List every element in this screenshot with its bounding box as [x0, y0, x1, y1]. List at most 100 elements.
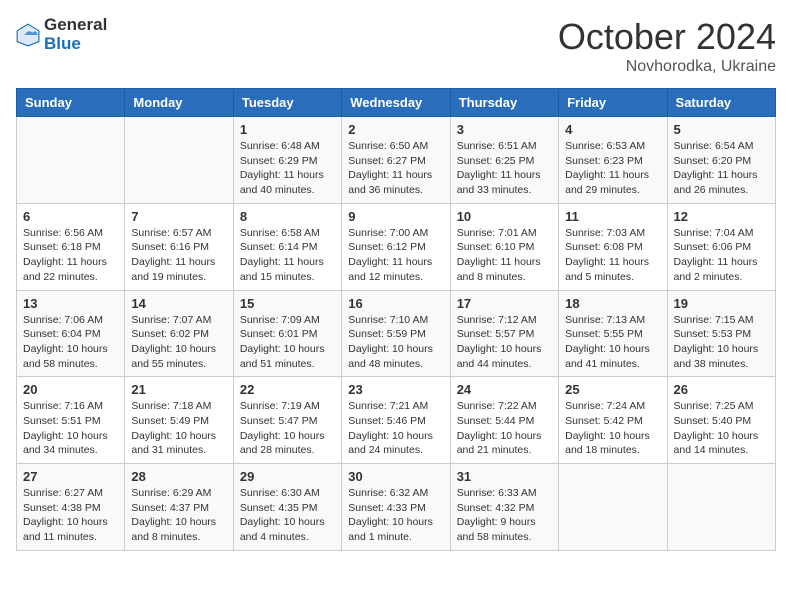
day-cell: 22 Sunrise: 7:19 AMSunset: 5:47 PMDayligh…: [233, 377, 341, 464]
day-number: 19: [674, 296, 769, 311]
week-row-4: 20 Sunrise: 7:16 AMSunset: 5:51 PMDayligh…: [17, 377, 776, 464]
column-header-saturday: Saturday: [667, 89, 775, 117]
day-number: 20: [23, 382, 118, 397]
day-info: Sunrise: 7:16 AMSunset: 5:51 PMDaylight:…: [23, 399, 118, 458]
day-info: Sunrise: 6:54 AMSunset: 6:20 PMDaylight:…: [674, 139, 769, 198]
day-info: Sunrise: 7:07 AMSunset: 6:02 PMDaylight:…: [131, 313, 226, 372]
day-number: 16: [348, 296, 443, 311]
column-header-wednesday: Wednesday: [342, 89, 450, 117]
day-number: 15: [240, 296, 335, 311]
day-info: Sunrise: 7:00 AMSunset: 6:12 PMDaylight:…: [348, 226, 443, 285]
day-cell: 24 Sunrise: 7:22 AMSunset: 5:44 PMDayligh…: [450, 377, 558, 464]
day-cell: 14 Sunrise: 7:07 AMSunset: 6:02 PMDayligh…: [125, 290, 233, 377]
day-info: Sunrise: 6:32 AMSunset: 4:33 PMDaylight:…: [348, 486, 443, 545]
day-number: 23: [348, 382, 443, 397]
day-number: 8: [240, 209, 335, 224]
day-info: Sunrise: 6:57 AMSunset: 6:16 PMDaylight:…: [131, 226, 226, 285]
day-info: Sunrise: 7:09 AMSunset: 6:01 PMDaylight:…: [240, 313, 335, 372]
day-number: 9: [348, 209, 443, 224]
day-number: 21: [131, 382, 226, 397]
day-number: 24: [457, 382, 552, 397]
calendar-table: SundayMondayTuesdayWednesdayThursdayFrid…: [16, 88, 776, 551]
column-header-sunday: Sunday: [17, 89, 125, 117]
day-cell: 23 Sunrise: 7:21 AMSunset: 5:46 PMDayligh…: [342, 377, 450, 464]
day-cell: 18 Sunrise: 7:13 AMSunset: 5:55 PMDayligh…: [559, 290, 667, 377]
calendar-title: October 2024: [558, 16, 776, 58]
day-info: Sunrise: 6:51 AMSunset: 6:25 PMDaylight:…: [457, 139, 552, 198]
calendar-subtitle: Novhorodka, Ukraine: [558, 58, 776, 76]
day-info: Sunrise: 6:53 AMSunset: 6:23 PMDaylight:…: [565, 139, 660, 198]
day-number: 18: [565, 296, 660, 311]
day-cell: 26Sunrise: 7:25 AMSunset: 5:40 PMDayligh…: [667, 377, 775, 464]
day-cell: 3Sunrise: 6:51 AMSunset: 6:25 PMDaylight…: [450, 117, 558, 204]
day-info: Sunrise: 7:18 AMSunset: 5:49 PMDaylight:…: [131, 399, 226, 458]
day-number: 10: [457, 209, 552, 224]
day-cell: [17, 117, 125, 204]
day-number: 1: [240, 122, 335, 137]
day-cell: 13 Sunrise: 7:06 AMSunset: 6:04 PMDayligh…: [17, 290, 125, 377]
day-number: 14: [131, 296, 226, 311]
day-cell: [559, 464, 667, 551]
day-info: Sunrise: 6:48 AMSunset: 6:29 PMDaylight:…: [240, 139, 335, 198]
week-row-1: 1 Sunrise: 6:48 AMSunset: 6:29 PMDaylight…: [17, 117, 776, 204]
day-number: 31: [457, 469, 552, 484]
day-info: Sunrise: 7:13 AMSunset: 5:55 PMDaylight:…: [565, 313, 660, 372]
day-cell: 30 Sunrise: 6:32 AMSunset: 4:33 PMDayligh…: [342, 464, 450, 551]
day-cell: 20 Sunrise: 7:16 AMSunset: 5:51 PMDayligh…: [17, 377, 125, 464]
day-info: Sunrise: 7:06 AMSunset: 6:04 PMDaylight:…: [23, 313, 118, 372]
day-number: 17: [457, 296, 552, 311]
day-info: Sunrise: 7:22 AMSunset: 5:44 PMDaylight:…: [457, 399, 552, 458]
day-info: Sunrise: 7:21 AMSunset: 5:46 PMDaylight:…: [348, 399, 443, 458]
logo-general-text: General: [44, 15, 107, 34]
day-info: Sunrise: 6:27 AMSunset: 4:38 PMDaylight:…: [23, 486, 118, 545]
day-cell: 5Sunrise: 6:54 AMSunset: 6:20 PMDaylight…: [667, 117, 775, 204]
day-cell: 28 Sunrise: 6:29 AMSunset: 4:37 PMDayligh…: [125, 464, 233, 551]
day-info: Sunrise: 6:30 AMSunset: 4:35 PMDaylight:…: [240, 486, 335, 545]
day-info: Sunrise: 7:01 AMSunset: 6:10 PMDaylight:…: [457, 226, 552, 285]
day-cell: 31 Sunrise: 6:33 AMSunset: 4:32 PMDayligh…: [450, 464, 558, 551]
day-info: Sunrise: 6:58 AMSunset: 6:14 PMDaylight:…: [240, 226, 335, 285]
day-info: Sunrise: 7:24 AMSunset: 5:42 PMDaylight:…: [565, 399, 660, 458]
week-row-5: 27 Sunrise: 6:27 AMSunset: 4:38 PMDayligh…: [17, 464, 776, 551]
column-header-monday: Monday: [125, 89, 233, 117]
day-info: Sunrise: 7:25 AMSunset: 5:40 PMDaylight:…: [674, 399, 769, 458]
day-cell: 6Sunrise: 6:56 AMSunset: 6:18 PMDaylight…: [17, 203, 125, 290]
calendar-header-row: SundayMondayTuesdayWednesdayThursdayFrid…: [17, 89, 776, 117]
calendar-title-block: October 2024 Novhorodka, Ukraine: [558, 16, 776, 76]
week-row-3: 13 Sunrise: 7:06 AMSunset: 6:04 PMDayligh…: [17, 290, 776, 377]
day-number: 13: [23, 296, 118, 311]
day-cell: 21 Sunrise: 7:18 AMSunset: 5:49 PMDayligh…: [125, 377, 233, 464]
day-cell: 27 Sunrise: 6:27 AMSunset: 4:38 PMDayligh…: [17, 464, 125, 551]
day-number: 28: [131, 469, 226, 484]
day-number: 27: [23, 469, 118, 484]
day-cell: 4Sunrise: 6:53 AMSunset: 6:23 PMDaylight…: [559, 117, 667, 204]
day-info: Sunrise: 7:03 AMSunset: 6:08 PMDaylight:…: [565, 226, 660, 285]
column-header-thursday: Thursday: [450, 89, 558, 117]
day-number: 30: [348, 469, 443, 484]
day-cell: 11 Sunrise: 7:03 AMSunset: 6:08 PMDayligh…: [559, 203, 667, 290]
day-info: Sunrise: 6:56 AMSunset: 6:18 PMDaylight:…: [23, 226, 118, 285]
day-cell: 1 Sunrise: 6:48 AMSunset: 6:29 PMDaylight…: [233, 117, 341, 204]
day-info: Sunrise: 6:29 AMSunset: 4:37 PMDaylight:…: [131, 486, 226, 545]
logo: General Blue: [16, 16, 107, 53]
week-row-2: 6Sunrise: 6:56 AMSunset: 6:18 PMDaylight…: [17, 203, 776, 290]
day-cell: 8 Sunrise: 6:58 AMSunset: 6:14 PMDaylight…: [233, 203, 341, 290]
day-info: Sunrise: 7:19 AMSunset: 5:47 PMDaylight:…: [240, 399, 335, 458]
page-header: General Blue October 2024 Novhorodka, Uk…: [16, 16, 776, 76]
day-number: 12: [674, 209, 769, 224]
column-header-tuesday: Tuesday: [233, 89, 341, 117]
day-number: 29: [240, 469, 335, 484]
day-cell: 19 Sunrise: 7:15 AMSunset: 5:53 PMDayligh…: [667, 290, 775, 377]
logo-blue-text: Blue: [44, 34, 81, 53]
day-cell: 29 Sunrise: 6:30 AMSunset: 4:35 PMDayligh…: [233, 464, 341, 551]
day-cell: 15 Sunrise: 7:09 AMSunset: 6:01 PMDayligh…: [233, 290, 341, 377]
day-cell: 2Sunrise: 6:50 AMSunset: 6:27 PMDaylight…: [342, 117, 450, 204]
day-info: Sunrise: 7:15 AMSunset: 5:53 PMDaylight:…: [674, 313, 769, 372]
day-number: 22: [240, 382, 335, 397]
day-cell: 9 Sunrise: 7:00 AMSunset: 6:12 PMDaylight…: [342, 203, 450, 290]
day-number: 11: [565, 209, 660, 224]
day-cell: 25Sunrise: 7:24 AMSunset: 5:42 PMDayligh…: [559, 377, 667, 464]
column-header-friday: Friday: [559, 89, 667, 117]
day-info: Sunrise: 6:33 AMSunset: 4:32 PMDaylight:…: [457, 486, 552, 545]
day-cell: [667, 464, 775, 551]
